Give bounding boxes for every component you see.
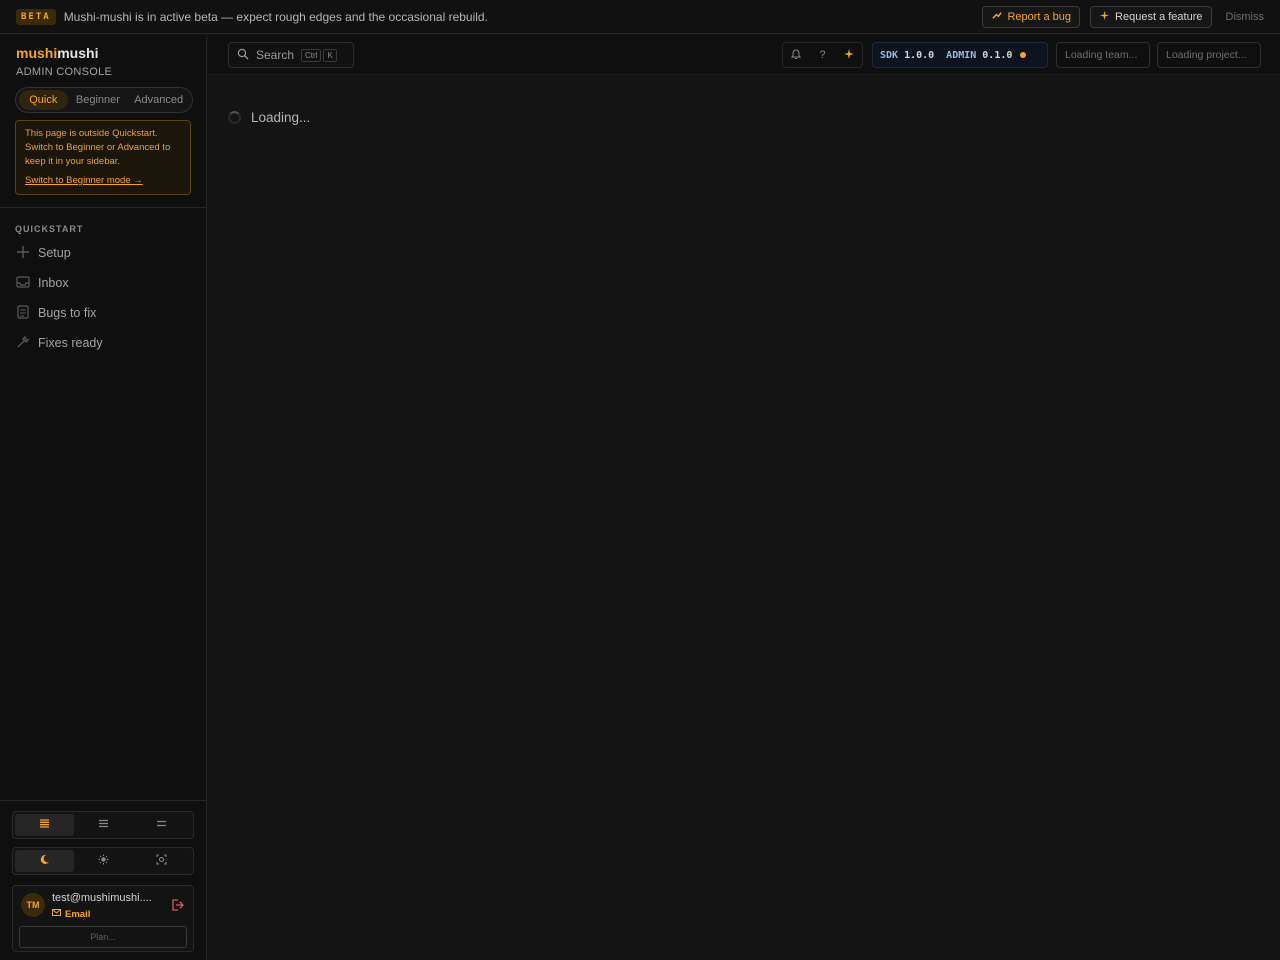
density-switch	[12, 811, 194, 839]
sidebar-item-inbox[interactable]: Inbox	[0, 268, 207, 298]
sidebar-item-label: Fixes ready	[38, 336, 103, 350]
search-button[interactable]: Search Ctrl K	[228, 42, 354, 68]
brand-name-part-2: mushi	[57, 45, 99, 61]
sidebar-item-fixes-ready[interactable]: Fixes ready	[0, 328, 207, 358]
brand-logo[interactable]: mushimushi	[16, 45, 98, 61]
spacious-lines-icon	[156, 818, 167, 832]
kbd-k: K	[323, 48, 337, 62]
theme-system-button[interactable]	[132, 850, 191, 872]
switch-beginner-link[interactable]: Switch to Beginner mode →	[25, 174, 181, 188]
density-comfortable-button[interactable]	[74, 814, 133, 836]
sparkle-icon	[843, 48, 855, 63]
sidebar-item-label: Inbox	[38, 276, 69, 290]
bell-icon	[790, 48, 802, 63]
search-shortcut: Ctrl K	[301, 48, 337, 62]
help-button[interactable]: ?	[809, 49, 835, 61]
topbar: Search Ctrl K ? SDK 1.0.0 ADMIN 0.1.0 Lo…	[208, 35, 1280, 75]
team-selector[interactable]: Loading team...	[1056, 42, 1150, 68]
admin-label: ADMIN	[946, 49, 977, 61]
plus-icon	[16, 245, 30, 262]
auth-method-label: Email	[65, 908, 91, 920]
theme-dark-button[interactable]	[15, 850, 74, 872]
banner-message: Mushi-mushi is in active beta — expect r…	[63, 9, 488, 24]
help-icon: ?	[819, 49, 826, 61]
wrench-icon	[16, 334, 30, 352]
envelope-icon	[52, 908, 61, 920]
mode-switch: Quick Beginner Advanced	[15, 87, 193, 113]
loading-indicator: Loading...	[228, 110, 310, 125]
search-icon	[237, 48, 249, 63]
report-bug-label: Report a bug	[1007, 10, 1072, 23]
brand-name-part-1: mushi	[16, 45, 58, 61]
spinner-icon	[228, 111, 241, 124]
mode-quick[interactable]: Quick	[19, 90, 68, 110]
sidebar-item-setup[interactable]: Setup	[0, 238, 207, 268]
sidebar-bottom-divider	[0, 800, 207, 801]
avatar[interactable]: TM	[21, 893, 45, 917]
sidebar: mushimushi ADMIN CONSOLE Quick Beginner …	[0, 35, 207, 960]
beta-banner: BETA Mushi-mushi is in active beta — exp…	[0, 0, 1280, 34]
sidebar-item-label: Bugs to fix	[38, 306, 97, 320]
loading-text: Loading...	[251, 110, 311, 125]
theme-switch	[12, 847, 194, 875]
notice-text: This page is outside Quickstart. Switch …	[25, 128, 171, 167]
plan-button[interactable]: Plan...	[19, 926, 187, 948]
topbar-icon-group: ?	[782, 42, 863, 68]
mode-notice: This page is outside Quickstart. Switch …	[15, 120, 191, 195]
inbox-icon	[16, 275, 30, 292]
user-email: test@mushimushi....	[52, 892, 152, 904]
project-selector[interactable]: Loading project...	[1157, 42, 1261, 68]
nav-section-title: QUICKSTART	[15, 224, 84, 234]
mode-advanced[interactable]: Advanced	[128, 90, 189, 110]
sidebar-item-bugs-to-fix[interactable]: Bugs to fix	[0, 298, 207, 328]
document-icon	[16, 304, 30, 322]
comfortable-lines-icon	[98, 818, 109, 832]
kbd-ctrl: Ctrl	[301, 48, 322, 62]
sdk-version: 1.0.0	[904, 49, 935, 61]
sidebar-nav: Setup Inbox Bugs to fix Fixes ready	[0, 238, 207, 358]
report-bug-button[interactable]: Report a bug	[982, 5, 1081, 28]
request-feature-button[interactable]: Request a feature	[1090, 5, 1212, 28]
compact-lines-icon	[39, 818, 50, 832]
assistant-button[interactable]	[836, 48, 862, 63]
bug-icon	[991, 10, 1003, 24]
auth-method: Email	[52, 908, 90, 920]
theme-light-button[interactable]	[74, 850, 133, 872]
notifications-button[interactable]	[783, 48, 809, 63]
density-spacious-button[interactable]	[132, 814, 191, 836]
system-focus-icon	[156, 854, 167, 868]
update-dot-icon	[1020, 52, 1027, 58]
sparkle-icon	[1099, 10, 1110, 24]
mode-beginner[interactable]: Beginner	[68, 90, 129, 110]
beta-badge: BETA	[16, 8, 56, 25]
sidebar-divider	[0, 207, 207, 208]
brand-subtitle: ADMIN CONSOLE	[16, 66, 113, 78]
dismiss-button[interactable]: Dismiss	[1226, 11, 1265, 23]
moon-icon	[39, 854, 50, 868]
search-label: Search	[256, 48, 295, 62]
request-feature-label: Request a feature	[1115, 10, 1203, 23]
logout-icon[interactable]	[170, 898, 184, 912]
sdk-label: SDK	[880, 49, 899, 61]
sidebar-item-label: Setup	[38, 246, 71, 260]
density-compact-button[interactable]	[15, 814, 74, 836]
user-card: TM test@mushimushi.... Email Plan...	[12, 885, 194, 952]
version-badge: SDK 1.0.0 ADMIN 0.1.0	[872, 42, 1048, 68]
admin-version: 0.1.0	[982, 49, 1013, 61]
sun-icon	[98, 854, 109, 868]
